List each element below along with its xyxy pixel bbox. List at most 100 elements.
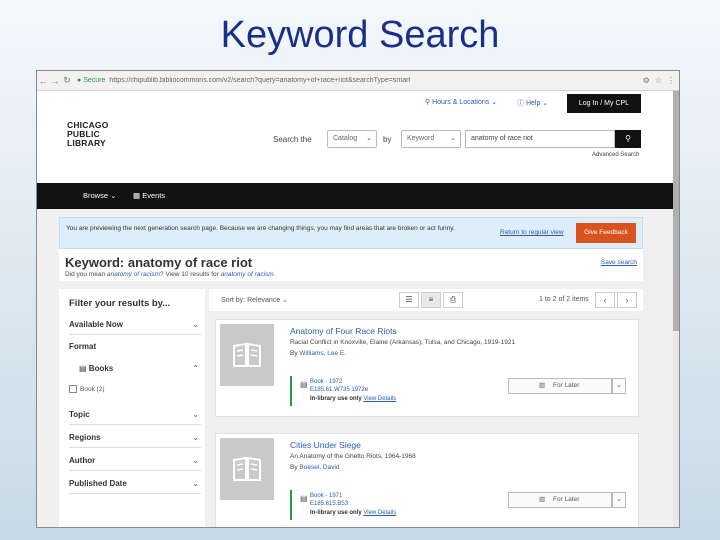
did-you-mean: Did you mean anatomy of racism? View 10 … (65, 271, 276, 278)
search-input[interactable]: anatomy of race riot (465, 130, 615, 148)
chevron-down-icon: ⌄ (192, 410, 199, 419)
browser-window: ← → ↻ ● Secure https://chipublib.biblioc… (36, 70, 680, 528)
facet-published-date[interactable]: Published Date ⌄ (69, 476, 201, 494)
availability-indicator (290, 376, 292, 406)
url-field[interactable]: ● Secure https://chipublib.bibliocommons… (77, 74, 639, 88)
checkbox[interactable] (69, 385, 77, 393)
book-icon: ▤ (79, 364, 87, 373)
url-text: https://chipublib.bibliocommons.com/v2/s… (109, 77, 411, 84)
suggestion-link[interactable]: anatomy of racism (107, 271, 160, 278)
availability-status: In-library use only View Details (310, 396, 397, 402)
site-header: CHICAGO PUBLIC LIBRARY Search the Catalo… (37, 115, 679, 183)
result-title-link[interactable]: Anatomy of Four Race Riots (290, 326, 397, 336)
author-link[interactable]: Boesel, David (299, 464, 339, 471)
give-feedback-button[interactable]: Give Feedback (576, 223, 636, 243)
result-format[interactable]: Book - 1971 E185.615.B53 (310, 493, 348, 508)
key-icon[interactable]: ⚙ (643, 76, 650, 85)
result-title-link[interactable]: Cities Under Siege (290, 440, 361, 450)
search-the-label: Search the (273, 135, 312, 144)
hours-locations-link[interactable]: ⚲ Hours & Locations ⌄ (425, 98, 497, 106)
for-later-button[interactable]: ▥ For Later (508, 378, 612, 394)
return-regular-view-link[interactable]: Return to regular view (500, 229, 564, 236)
list-view-icon[interactable]: ☰ (399, 292, 419, 308)
back-icon[interactable]: ← (37, 76, 49, 86)
chevron-down-icon: ⌄ (192, 479, 199, 488)
result-card: Cities Under Siege An Anatomy of the Ghe… (215, 433, 639, 527)
nav-events[interactable]: ▦ Events (133, 191, 165, 200)
chevron-down-icon: ⌄ (192, 456, 199, 465)
prev-page-button[interactable]: ‹ (595, 292, 615, 308)
shelf-dropdown[interactable]: ⌄ (612, 378, 626, 394)
lock-icon: ● (77, 77, 82, 84)
view-details-link[interactable]: View Details (363, 510, 396, 516)
utility-bar: ⚲ Hours & Locations ⌄ ⓘ Help ⌄ Log In / … (37, 91, 679, 115)
scope-select[interactable]: Catalog ⌄ (327, 130, 377, 148)
facet-books[interactable]: ▤ Books ⌃ (79, 361, 201, 379)
login-button[interactable]: Log In / My CPL (567, 94, 641, 113)
chevron-down-icon: ⌄ (450, 135, 456, 142)
facet-topic[interactable]: Topic ⌄ (69, 407, 201, 425)
star-icon[interactable]: ☆ (655, 76, 662, 85)
view-details-link[interactable]: View Details (363, 396, 396, 402)
shelf-dropdown[interactable]: ⌄ (612, 492, 626, 508)
book-icon: ▤ (300, 494, 308, 503)
shelf-icon: ▥ (539, 382, 546, 389)
preview-banner: You are previewing the next generation s… (59, 217, 643, 249)
search-icon: ⚲ (625, 134, 631, 143)
save-search-link[interactable]: Save search (601, 259, 637, 266)
facet-regions[interactable]: Regions ⌄ (69, 430, 201, 448)
book-icon (233, 456, 261, 481)
help-link[interactable]: ⓘ Help ⌄ (517, 98, 548, 108)
nav-browse[interactable]: Browse ⌄ (83, 191, 116, 200)
scroll-thumb[interactable] (673, 91, 679, 331)
availability-status: In-library use only View Details (310, 510, 397, 516)
address-bar: ← → ↻ ● Secure https://chipublib.biblioc… (37, 71, 679, 91)
results-panel: Sort by: Relevance ⌄ ☰ ≡ ⎙ 1 to 2 of 2 i… (209, 289, 643, 527)
book-icon: ▤ (300, 380, 308, 389)
calendar-icon: ▦ (133, 191, 141, 200)
sort-select[interactable]: Sort by: Relevance ⌄ (221, 296, 288, 304)
filter-panel: Filter your results by... Available Now ⌄… (59, 289, 205, 527)
print-icon[interactable]: ⎙ (443, 292, 463, 308)
book-cover[interactable] (220, 438, 274, 500)
secure-label: Secure (83, 77, 106, 84)
availability-indicator (290, 490, 292, 520)
advanced-search-link[interactable]: Advanced Search (592, 152, 639, 158)
facet-available-now[interactable]: Available Now ⌄ (69, 317, 201, 335)
author-link[interactable]: Williams, Lee E. (299, 350, 346, 357)
slide-title: Keyword Search (220, 14, 500, 56)
search-type-select[interactable]: Keyword ⌄ (401, 130, 461, 148)
chevron-up-icon: ⌃ (192, 364, 199, 373)
result-author: By Boesel, David (290, 464, 340, 471)
shelf-icon: ▥ (539, 496, 546, 503)
by-label: by (383, 135, 392, 144)
detail-view-icon[interactable]: ≡ (421, 292, 441, 308)
next-page-button[interactable]: › (617, 292, 637, 308)
result-format[interactable]: Book - 1972 E185.61.W735 1972e (310, 379, 368, 394)
banner-text: You are previewing the next generation s… (66, 225, 455, 232)
keyword-header: Keyword: anatomy of race riot Did you me… (59, 249, 643, 281)
book-filter-option[interactable]: Book (2) (69, 385, 105, 393)
results-toolbar: Sort by: Relevance ⌄ ☰ ≡ ⎙ 1 to 2 of 2 i… (209, 289, 643, 311)
search-button[interactable]: ⚲ (615, 130, 641, 148)
facet-author[interactable]: Author ⌄ (69, 453, 201, 471)
main-nav: Browse ⌄ ▦ Events (37, 183, 679, 209)
result-subtitle: Racial Conflict in Knoxville, Elaine (Ar… (290, 339, 516, 346)
result-author: By Williams, Lee E. (290, 350, 347, 357)
result-subtitle: An Anatomy of the Ghetto Riots, 1964-196… (290, 453, 416, 460)
forward-icon[interactable]: → (49, 76, 61, 86)
book-icon (233, 342, 261, 367)
menu-icon[interactable]: ⋮ (667, 76, 675, 85)
reload-icon[interactable]: ↻ (61, 75, 73, 86)
chevron-down-icon: ⌄ (192, 320, 199, 329)
filter-title: Filter your results by... (69, 298, 171, 309)
library-logo[interactable]: CHICAGO PUBLIC LIBRARY (67, 121, 115, 148)
facet-format-label: Format (69, 342, 97, 351)
main-content: You are previewing the next generation s… (37, 209, 679, 527)
book-cover[interactable] (220, 324, 274, 386)
chevron-down-icon: ⌄ (366, 135, 372, 142)
keyword-heading: Keyword: anatomy of race riot (65, 255, 253, 270)
chevron-down-icon: ⌄ (192, 433, 199, 442)
for-later-button[interactable]: ▥ For Later (508, 492, 612, 508)
suggestion-results-link[interactable]: anatomy of racism. (221, 271, 276, 278)
